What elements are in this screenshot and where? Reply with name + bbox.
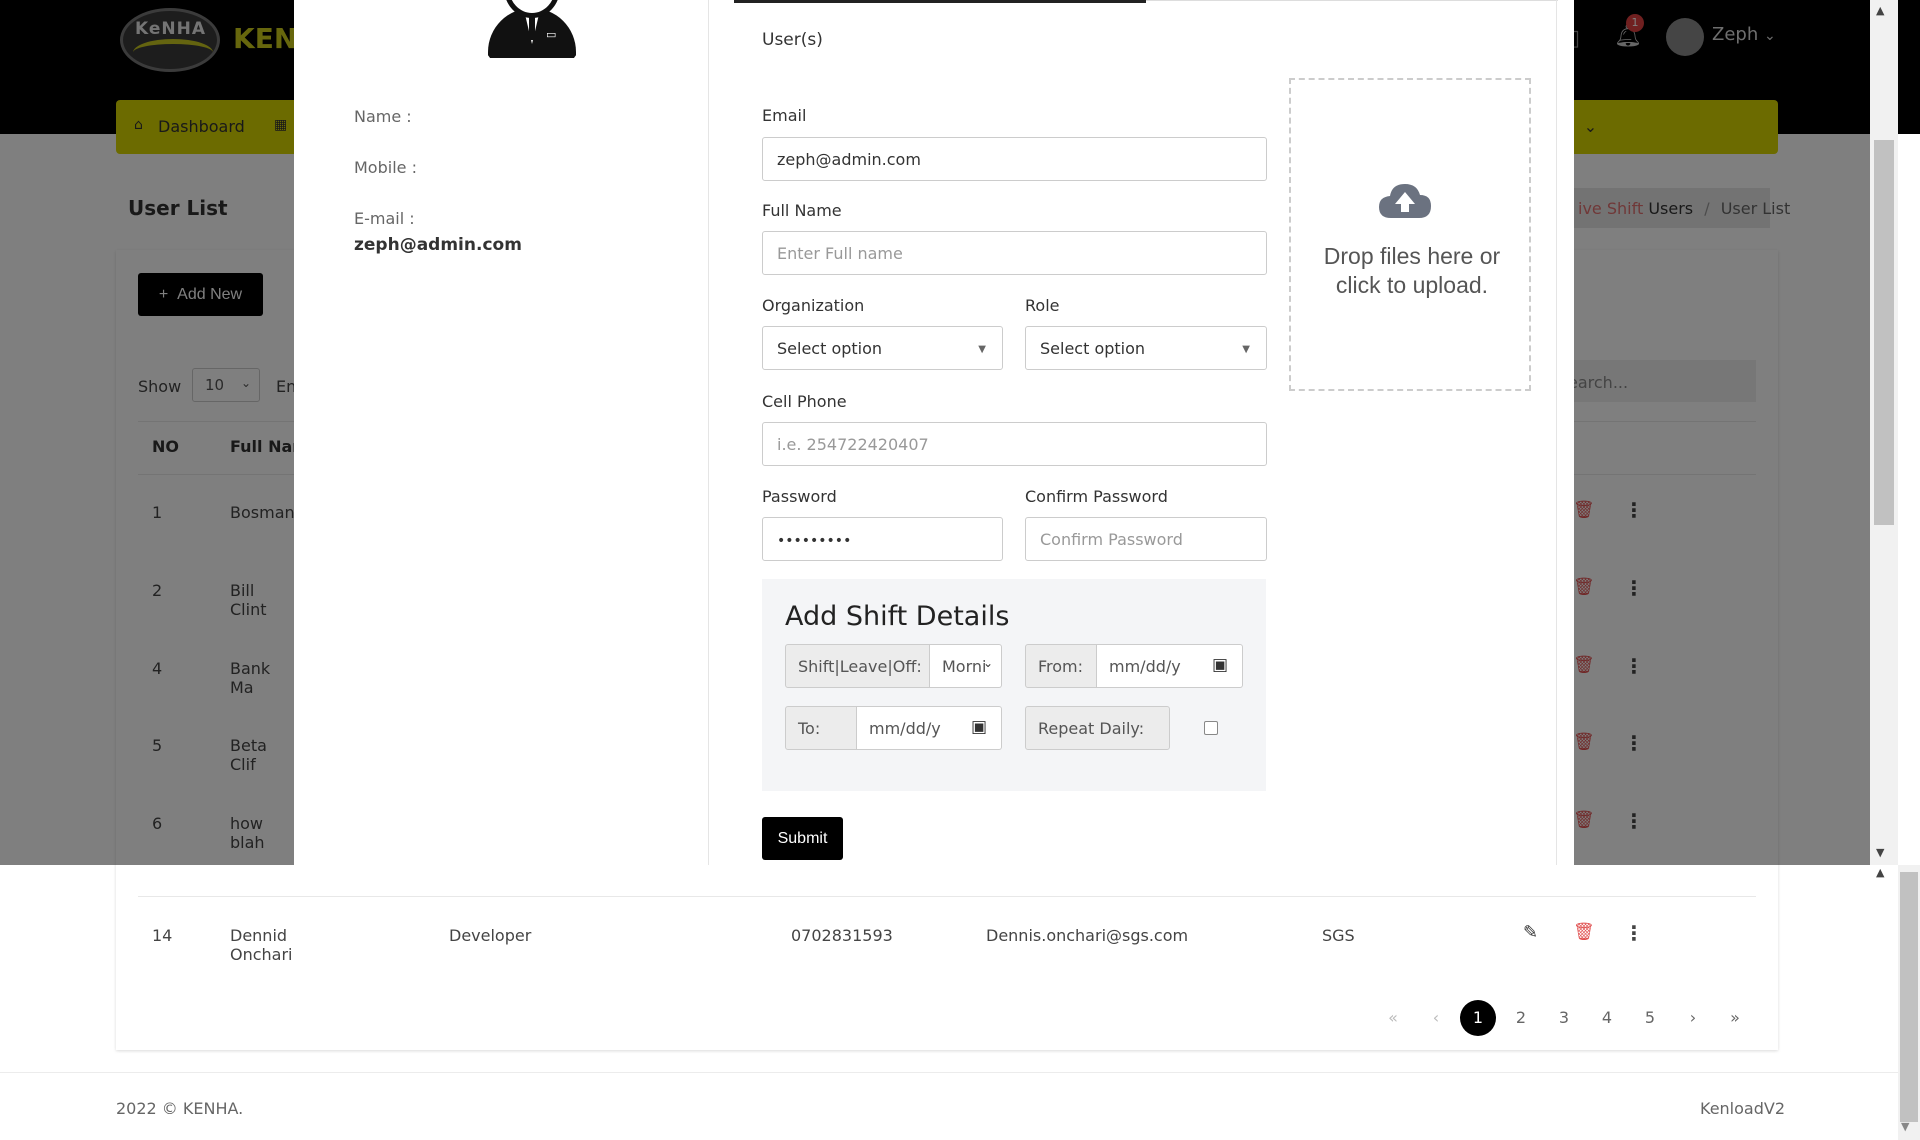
tab-inactive-indicator[interactable] [1146,0,1558,1]
tab-active-indicator[interactable] [734,0,1146,3]
cell-no: 14 [152,926,173,945]
cell-email: Dennis.onchari@sgs.com [986,926,1189,945]
password-field[interactable]: ••••••••• [762,517,1003,561]
profile-panel: ▭ Name : Mobile : E-mail : zeph@admin.co… [312,0,709,865]
from-date-input[interactable]: mm/dd/y ▣ [1097,644,1243,688]
modal-scrollbar-thumb[interactable] [1874,140,1894,525]
pagination-page-3[interactable]: 3 [1546,1000,1582,1036]
shift-details-title: Add Shift Details [785,601,1010,632]
edit-icon[interactable]: ✎ [1523,922,1538,943]
from-date-group: From: mm/dd/y ▣ [1025,644,1243,688]
confirm-password-field[interactable]: Confirm Password [1025,517,1267,561]
shift-type-group: Shift|Leave|Off: Morni ⌄ [785,644,1002,688]
repeat-daily-group: Repeat Daily: [1025,706,1243,750]
cell-phone-field[interactable]: i.e. 254722420407 [762,422,1267,466]
cell-name: Dennid Onchari [230,926,293,964]
to-date-value: mm/dd/y [869,719,941,738]
pagination-last[interactable]: » [1717,1000,1753,1036]
pagination-page-2[interactable]: 2 [1503,1000,1539,1036]
email-value: zeph@admin.com [777,150,921,169]
page-scrollbar-thumb[interactable] [1900,872,1918,1122]
profile-avatar: ▭ [478,0,586,78]
cell-role: Developer [449,926,532,945]
submit-button[interactable]: Submit [762,817,843,860]
email-field[interactable]: zeph@admin.com [762,137,1267,181]
password-value: ••••••••• [777,533,852,549]
pagination-first[interactable]: « [1375,1000,1411,1036]
shift-type-select[interactable]: Morni ⌄ [930,644,1002,688]
caret-down-icon: ▼ [1242,344,1250,355]
section-title: User(s) [762,30,823,50]
to-label: To: [785,706,857,750]
scroll-up-arrow-icon[interactable]: ▲ [1876,866,1884,879]
dropzone-text: Drop files here or click to upload. [1323,243,1501,298]
pagination-prev[interactable]: ‹ [1418,1000,1454,1036]
full-name-field[interactable]: Enter Full name [762,231,1267,275]
table-divider [138,896,1756,897]
organization-label: Organization [762,296,865,315]
more-options-icon[interactable]: ⋮ [1624,921,1644,945]
profile-email-label: E-mail : [354,209,415,228]
cell-organization: SGS [1322,926,1355,945]
chevron-down-icon: ⌄ [982,656,993,670]
shift-type-label: Shift|Leave|Off: [785,644,930,688]
from-date-value: mm/dd/y [1109,657,1181,676]
confirm-password-label: Confirm Password [1025,487,1168,506]
id-card-icon: ▭ [546,28,557,41]
profile-mobile-label: Mobile : [354,158,417,177]
calendar-icon[interactable]: ▣ [1212,655,1228,675]
pagination-page-4[interactable]: 4 [1589,1000,1625,1036]
pagination-next[interactable]: › [1675,1000,1711,1036]
caret-down-icon: ▼ [978,344,986,355]
confirm-password-placeholder: Confirm Password [1040,530,1183,549]
full-name-label: Full Name [762,201,842,220]
user-modal: ▭ Name : Mobile : E-mail : zeph@admin.co… [294,0,1574,865]
scroll-down-arrow-icon[interactable]: ▼ [1901,1120,1909,1133]
pagination-page-1[interactable]: 1 [1460,1000,1496,1036]
footer-divider [0,1072,1898,1073]
footer-version: KenloadV2 [1700,1099,1785,1118]
role-label: Role [1025,296,1060,315]
footer-copyright: 2022 © KENHA. [116,1099,244,1118]
full-name-placeholder: Enter Full name [777,244,903,263]
scroll-down-arrow-icon[interactable]: ▼ [1876,846,1884,859]
modal-divider [1556,0,1557,865]
scroll-up-arrow-icon[interactable]: ▲ [1876,4,1884,17]
shift-type-value: Morni [942,657,987,676]
to-date-group: To: mm/dd/y ▣ [785,706,1002,750]
role-value: Select option [1040,339,1146,358]
file-dropzone[interactable]: Drop files here or click to upload. [1289,78,1531,391]
cloud-upload-icon [1379,184,1431,218]
trash-icon[interactable]: 🗑︎ [1573,922,1595,942]
cell-phone-placeholder: i.e. 254722420407 [777,435,929,454]
email-label: Email [762,106,807,125]
organization-value: Select option [777,339,883,358]
repeat-daily-label: Repeat Daily: [1025,706,1170,750]
profile-email-value: zeph@admin.com [354,235,522,255]
role-select[interactable]: Select option ▼ [1025,326,1267,370]
repeat-daily-checkbox[interactable] [1204,721,1218,735]
cell-phone-label: Cell Phone [762,392,847,411]
pagination-page-5[interactable]: 5 [1632,1000,1668,1036]
calendar-icon[interactable]: ▣ [971,717,987,737]
from-label: From: [1025,644,1097,688]
cell-phone: 0702831593 [791,926,893,945]
password-label: Password [762,487,837,506]
to-date-input[interactable]: mm/dd/y ▣ [857,706,1002,750]
profile-name-label: Name : [354,107,412,126]
shift-details-panel: Add Shift Details Shift|Leave|Off: Morni… [762,579,1266,791]
organization-select[interactable]: Select option ▼ [762,326,1003,370]
